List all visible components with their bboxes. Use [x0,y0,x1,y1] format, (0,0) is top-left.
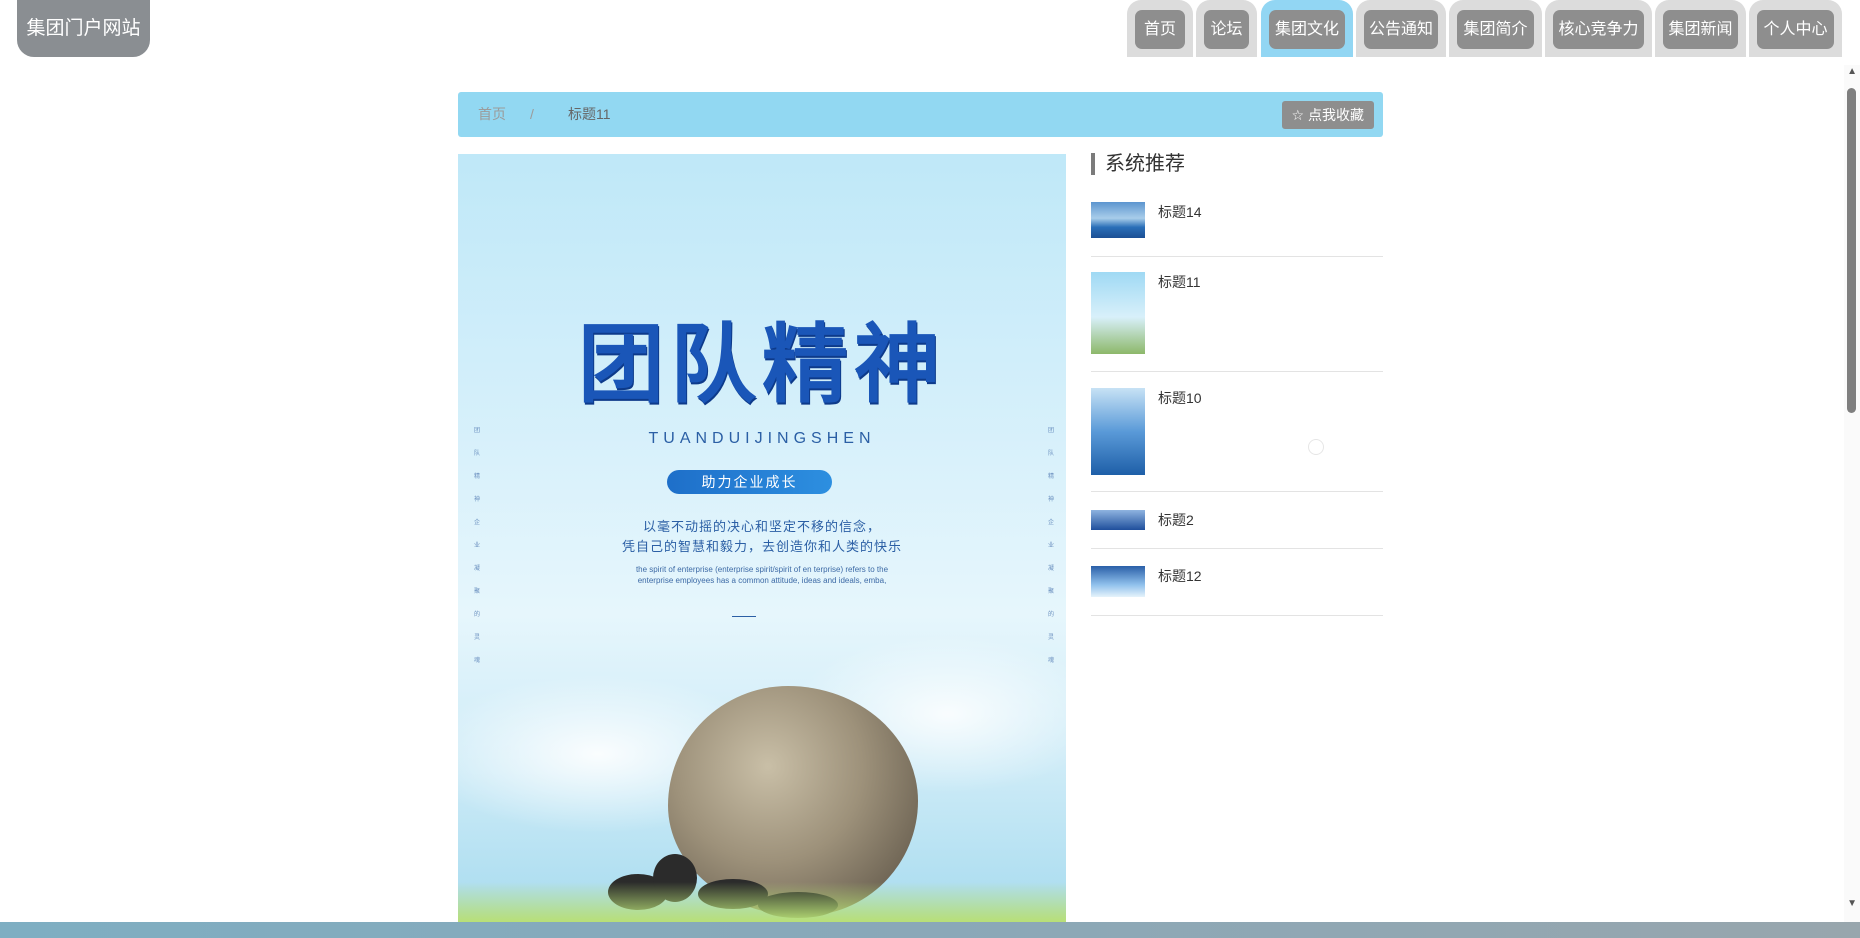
nav-tab-label: 公告通知 [1364,10,1438,49]
poster-english: the spirit of enterprise (enterprise spi… [635,565,889,585]
recommend-title[interactable]: 标题14 [1158,202,1202,222]
nav-tab-culture[interactable]: 集团文化 [1261,0,1353,57]
poster-vertical-text: 团 队 精 神 企 业 凝 聚 的 灵 魂 [473,428,480,664]
breadcrumb-current: 标题11 [568,106,611,122]
recommend-item[interactable]: 标题11 [1091,272,1383,372]
scroll-up-arrow-icon[interactable]: ▲ [1847,66,1857,77]
nav-tab-label: 首页 [1135,10,1185,49]
footer-strip [0,922,1860,938]
recommend-title[interactable]: 标题2 [1158,510,1194,530]
poster-slogan-2: 凭自己的智慧和毅力，去创造你和人类的快乐 [621,539,902,554]
poster-vertical-text: 团 队 精 神 企 业 凝 聚 的 灵 魂 [1047,428,1054,664]
recommend-title[interactable]: 标题11 [1158,272,1201,292]
nav-tab-forum[interactable]: 论坛 [1196,0,1257,57]
recommend-title[interactable]: 标题12 [1158,566,1202,586]
nav-tab-label: 集团新闻 [1663,10,1738,49]
nav-tab-about[interactable]: 集团简介 [1449,0,1542,57]
poster-grass [458,882,1066,922]
nav-tab-competitiveness[interactable]: 核心竞争力 [1545,0,1652,57]
poster-pill: 助力企业成长 [667,470,832,494]
loading-spinner-icon [1308,439,1324,455]
poster-divider [732,616,756,617]
poster-title: 团队精神 [578,314,946,415]
page: 集团门户网站 首页 论坛 集团文化 公告通知 集团简介 核心竞争力 集团新闻 个… [0,0,1860,938]
recommend-item[interactable]: 标题2 [1091,510,1383,549]
nav-tab-label: 集团文化 [1269,10,1345,49]
poster-pinyin: TUANDUIJINGSHEN [648,430,876,447]
breadcrumb-separator: / [530,106,534,122]
nav-tab-notices[interactable]: 公告通知 [1356,0,1446,57]
recommend-thumbnail[interactable] [1091,202,1145,238]
article-image: 团队精神 TUANDUIJINGSHEN 助力企业成长 以毫不动摇的决心和坚定不… [458,154,1066,922]
nav-tab-label: 集团简介 [1457,10,1534,49]
recommend-thumbnail[interactable] [1091,510,1145,530]
poster-slogan-1: 以毫不动摇的决心和坚定不移的信念， [642,519,881,534]
recommend-title[interactable]: 标题10 [1158,388,1202,408]
breadcrumb-home-link[interactable]: 首页 [478,92,506,137]
recommend-thumbnail[interactable] [1091,388,1145,475]
nav-tab-home[interactable]: 首页 [1127,0,1193,57]
recommend-thumbnail[interactable] [1091,272,1145,354]
breadcrumb: 首页 / 标题11 ☆ 点我收藏 [458,92,1383,137]
nav-tab-profile[interactable]: 个人中心 [1749,0,1842,57]
scroll-down-arrow-icon[interactable]: ▼ [1847,898,1857,909]
nav-tab-label: 个人中心 [1757,10,1834,49]
recommend-item[interactable]: 标题14 [1091,202,1383,257]
nav-tab-label: 核心竞争力 [1553,10,1644,49]
sidebar-title: 系统推荐 [1091,153,1185,175]
scrollbar-thumb[interactable] [1847,88,1856,413]
site-logo[interactable]: 集团门户网站 [17,0,150,57]
nav-tab-news[interactable]: 集团新闻 [1655,0,1746,57]
recommend-item[interactable]: 标题12 [1091,566,1383,616]
recommend-thumbnail[interactable] [1091,566,1145,597]
recommend-item[interactable]: 标题10 [1091,388,1383,492]
nav-tab-label: 论坛 [1204,10,1249,49]
favorite-button[interactable]: ☆ 点我收藏 [1281,101,1374,129]
